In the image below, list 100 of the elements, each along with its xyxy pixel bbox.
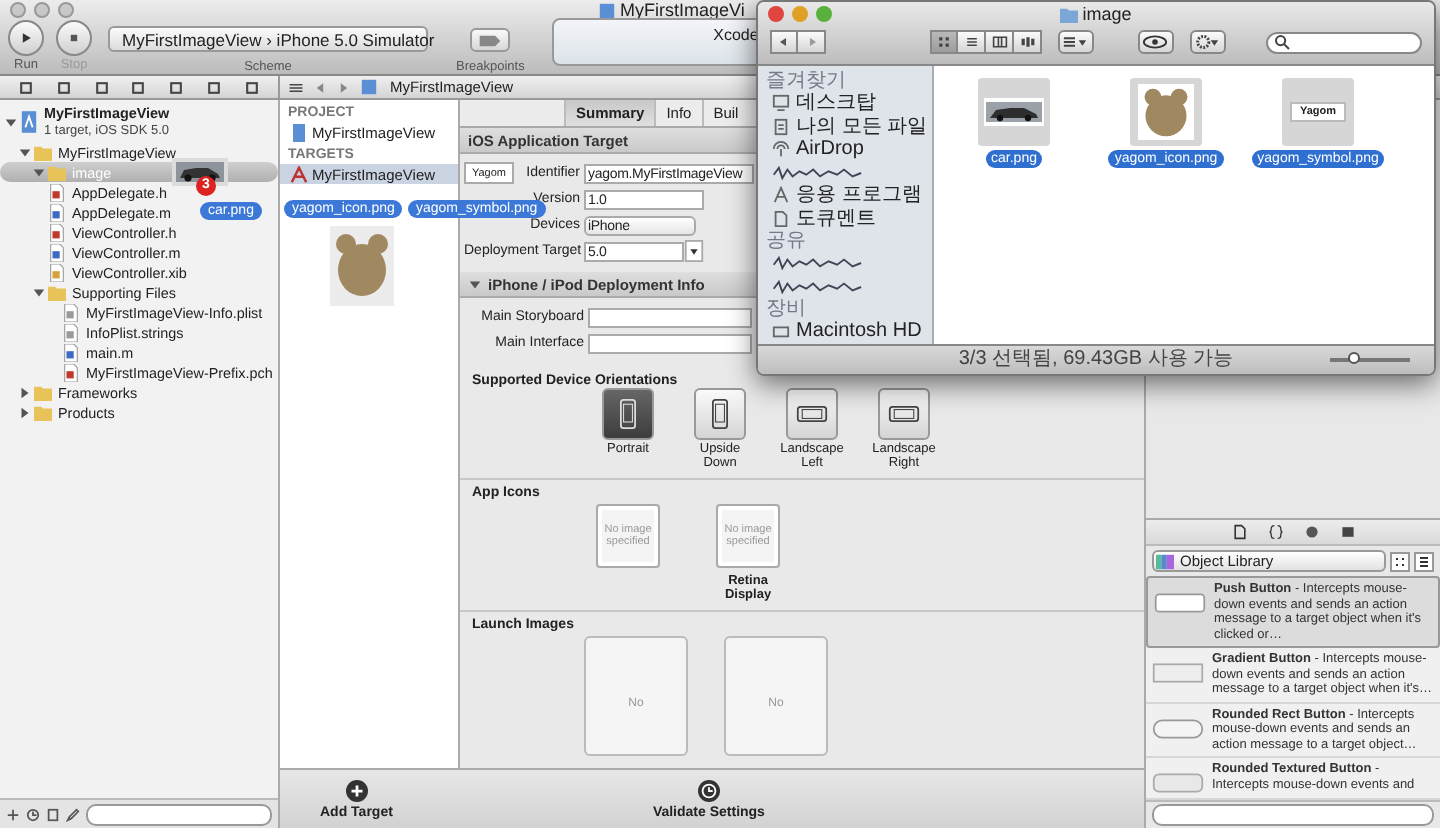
- view-button[interactable]: [986, 30, 1014, 54]
- navigator-tab-icon[interactable]: [18, 79, 35, 95]
- button-preview-icon: [1152, 772, 1204, 794]
- disclosure-triangle-icon[interactable]: [32, 165, 46, 179]
- folder-icon: [1060, 5, 1079, 23]
- sidebar-icon: [772, 94, 790, 113]
- view-button[interactable]: [1014, 30, 1042, 54]
- project-icon: [598, 1, 616, 19]
- file-icon: [48, 183, 66, 201]
- orientation-toggle[interactable]: [786, 388, 838, 440]
- orientation-toggle[interactable]: [602, 388, 654, 440]
- filter-field[interactable]: [1152, 804, 1434, 826]
- add-icon[interactable]: [6, 807, 20, 821]
- view-button[interactable]: [958, 30, 986, 54]
- filter-field[interactable]: [86, 803, 272, 825]
- text-field[interactable]: [588, 333, 752, 353]
- list-view-icon[interactable]: [1414, 551, 1434, 571]
- sidebar-item[interactable]: 응용 프로그램: [796, 184, 922, 207]
- view-button[interactable]: [930, 30, 958, 54]
- file-icon: [48, 263, 66, 281]
- project-icon: [360, 78, 378, 96]
- media-library-icon[interactable]: [1339, 524, 1355, 540]
- grid-icon: [936, 34, 952, 50]
- forward-button[interactable]: [798, 30, 826, 54]
- grid-view-icon[interactable]: [1390, 551, 1410, 571]
- plus-icon: [345, 779, 368, 801]
- orientation-toggle[interactable]: [878, 388, 930, 440]
- window-title: MyFirstImageVi: [620, 0, 745, 20]
- file-template-icon[interactable]: [1231, 524, 1247, 540]
- back-button[interactable]: [770, 30, 798, 54]
- breakpoint-icon: [478, 33, 503, 47]
- action-button[interactable]: [1189, 30, 1226, 54]
- slider-thumb[interactable]: [1347, 352, 1359, 364]
- file-icon: [48, 203, 66, 221]
- button-preview-icon: [1152, 662, 1204, 684]
- close-button[interactable]: [768, 6, 784, 22]
- code-snippet-icon[interactable]: [1267, 524, 1283, 540]
- text-field[interactable]: [588, 307, 752, 327]
- sidebar-icon: [772, 209, 790, 228]
- library-icon: [1156, 553, 1174, 569]
- back-icon: [776, 34, 792, 50]
- sidebar-item[interactable]: 나의 모든 파일: [796, 115, 928, 138]
- sidebar-heading: 장비: [766, 298, 808, 320]
- folder-icon: [48, 283, 66, 301]
- file-icon: [48, 243, 66, 261]
- sidebar-icon: [772, 186, 790, 205]
- bear-drawing: [330, 226, 394, 306]
- navigator-tab-icon[interactable]: [243, 79, 260, 95]
- sidebar-item[interactable]: 도큐멘트: [796, 207, 876, 230]
- sidebar-item[interactable]: Macintosh HD: [796, 320, 922, 343]
- navigator-tab-icon[interactable]: [93, 79, 110, 95]
- bear-drawing: [1138, 84, 1194, 140]
- document-icon[interactable]: [46, 807, 60, 821]
- project-icon: [20, 110, 38, 134]
- stop-button[interactable]: [56, 20, 92, 56]
- sidebar-heading: 공유: [766, 230, 808, 252]
- sidebar-item[interactable]: 데스크탑: [796, 92, 876, 115]
- stop-icon: [66, 30, 82, 46]
- search-icon: [1273, 34, 1290, 50]
- list-icon: [963, 34, 979, 50]
- play-icon: [18, 30, 34, 46]
- edit-icon[interactable]: [66, 807, 80, 821]
- disclosure-triangle-icon[interactable]: [468, 277, 482, 291]
- quick-look-button[interactable]: [1137, 30, 1174, 54]
- navigator-tab-icon[interactable]: [205, 79, 222, 95]
- disclosure-triangle-icon[interactable]: [18, 405, 32, 419]
- sidebar-icon: [772, 117, 790, 136]
- sidebar-icon: [772, 140, 790, 159]
- disclosure-triangle-icon[interactable]: [18, 385, 32, 399]
- related-items-icon[interactable]: [288, 79, 304, 95]
- eye-icon: [1142, 34, 1169, 50]
- clock-icon: [697, 779, 720, 801]
- file-icon: [48, 223, 66, 241]
- sidebar-icon: [772, 322, 790, 341]
- search-field[interactable]: [1265, 31, 1422, 53]
- run-button[interactable]: [8, 20, 44, 56]
- columns-icon: [991, 34, 1007, 50]
- disclosure-triangle-icon[interactable]: [18, 145, 32, 159]
- breakpoints-button[interactable]: [470, 28, 511, 52]
- sidebar-heading: 즐겨찾기: [766, 70, 848, 92]
- disclosure-triangle-icon[interactable]: [4, 115, 18, 129]
- file-icon: [62, 303, 80, 321]
- orientation-toggle[interactable]: [694, 388, 746, 440]
- button-preview-icon: [1154, 592, 1206, 614]
- status-text: 3/3 선택됨, 69.43GB 사용 가능: [958, 348, 1234, 372]
- navigator-tab-icon[interactable]: [130, 79, 147, 95]
- sidebar-item[interactable]: AirDrop: [796, 138, 864, 161]
- project-icon: [290, 123, 308, 141]
- button-preview-icon: [1152, 717, 1204, 739]
- navigator-tab-icon[interactable]: [56, 79, 73, 95]
- file-icon: [62, 323, 80, 341]
- gear-icon: [1194, 34, 1221, 50]
- disclosure-triangle-icon[interactable]: [32, 285, 46, 299]
- arrange-button[interactable]: [1058, 30, 1094, 54]
- app-target-icon: [290, 165, 308, 183]
- navigator-tab-icon[interactable]: [168, 79, 185, 95]
- clock-icon[interactable]: [26, 807, 40, 821]
- object-library-icon[interactable]: [1303, 524, 1319, 540]
- file-icon: [62, 343, 80, 361]
- cover-flow-icon: [1019, 34, 1035, 50]
